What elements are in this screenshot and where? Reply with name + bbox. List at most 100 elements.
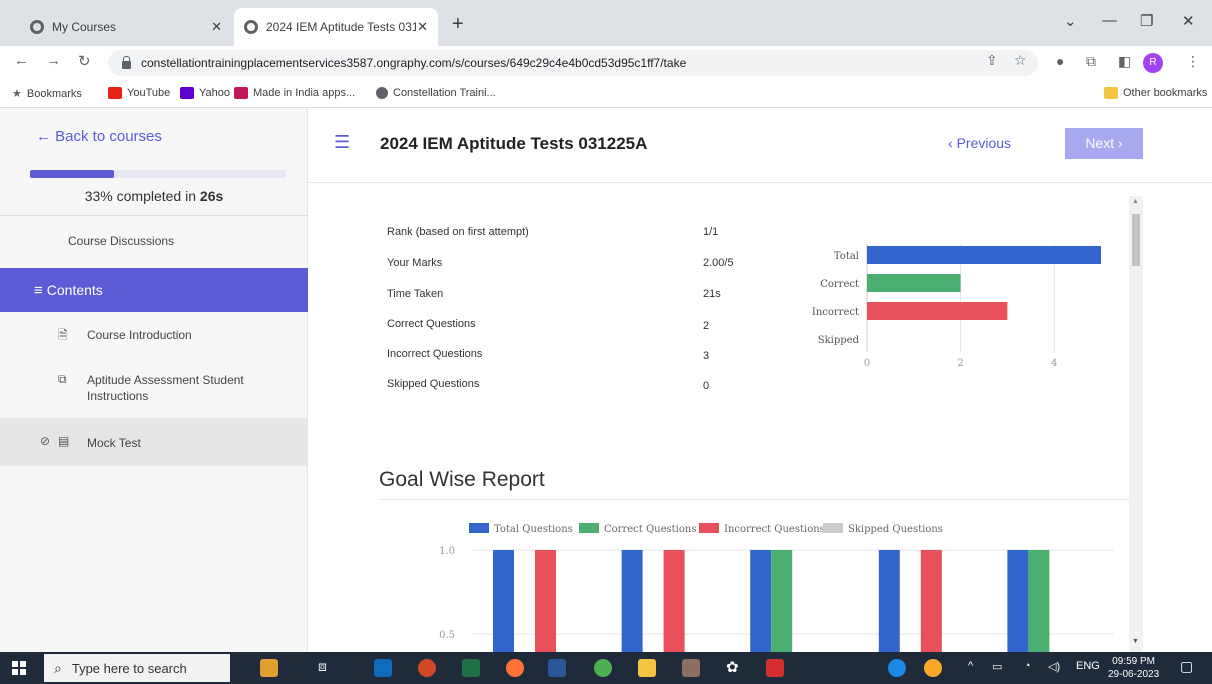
sidebar-item-label: Mock Test xyxy=(87,436,141,450)
powerpoint-icon[interactable] xyxy=(418,659,436,677)
bar-total xyxy=(867,246,1101,264)
acrobat-icon[interactable] xyxy=(766,659,784,677)
stat-label: Your Marks xyxy=(387,257,443,269)
test-icon: ▤ xyxy=(58,434,70,448)
more-menu-icon[interactable]: ⋮ xyxy=(1186,53,1200,70)
language-indicator[interactable]: ENG xyxy=(1076,660,1100,672)
page-title: 2024 IEM Aptitude Tests 031225A xyxy=(380,134,648,153)
back-arrow-icon[interactable]: ← xyxy=(14,52,29,69)
course-sidebar: ← Back to courses 33% completed in 26s C… xyxy=(0,108,308,652)
word-icon[interactable] xyxy=(548,659,566,677)
tab-search-icon[interactable]: ⌄ xyxy=(1064,12,1077,30)
bookmarks-bar: ★ Bookmarks YouTube Yahoo Made in India … xyxy=(0,80,1212,108)
forward-arrow-icon[interactable]: → xyxy=(46,52,61,69)
bar xyxy=(878,550,900,652)
sidebar-item-label: Course Introduction xyxy=(87,328,192,342)
firefox-icon[interactable] xyxy=(506,659,524,677)
contents-label: Contents xyxy=(46,282,103,298)
completed-prefix: 33% completed in xyxy=(84,188,200,204)
contents-header[interactable]: ≡ Contents xyxy=(0,268,308,312)
side-panel-icon[interactable]: ◧ xyxy=(1118,53,1131,70)
bookmark-youtube[interactable]: YouTube xyxy=(108,87,170,99)
share-icon[interactable]: ⇪ xyxy=(986,52,998,69)
scroll-down-icon[interactable]: ▼ xyxy=(1132,638,1139,645)
bookmark-constellation[interactable]: Constellation Traini... xyxy=(376,87,496,99)
scrollbar[interactable]: ▲ ▼ xyxy=(1129,196,1143,652)
bar xyxy=(663,550,685,652)
bar xyxy=(1007,550,1029,652)
bar xyxy=(750,550,772,652)
bar xyxy=(1028,550,1050,652)
bookmark-other[interactable]: Other bookmarks xyxy=(1104,87,1207,99)
previous-button[interactable]: ‹ Previous xyxy=(948,135,1011,151)
lock-icon xyxy=(122,55,131,69)
hamburger-menu-icon[interactable]: ☰ xyxy=(334,132,350,153)
close-icon[interactable]: ✕ xyxy=(211,19,222,35)
battery-icon[interactable]: ▭ xyxy=(992,660,1002,673)
excel-icon[interactable] xyxy=(462,659,480,677)
chrome-icon[interactable] xyxy=(594,659,612,677)
bookmark-label: Made in India apps... xyxy=(253,87,356,99)
minimize-icon[interactable]: — xyxy=(1102,12,1117,29)
outlook-icon[interactable] xyxy=(374,659,392,677)
legend-label: Total Questions xyxy=(494,524,573,535)
windows-start-icon[interactable] xyxy=(12,661,26,675)
main-content: ☰ 2024 IEM Aptitude Tests 031225A ‹ Prev… xyxy=(309,108,1212,652)
globe-icon xyxy=(376,87,388,99)
reload-icon[interactable]: ↻ xyxy=(78,52,91,70)
next-button[interactable]: Next › xyxy=(1065,128,1143,159)
scroll-thumb[interactable] xyxy=(1132,214,1140,266)
bookmark-yahoo[interactable]: Yahoo xyxy=(180,87,230,99)
scroll-up-icon[interactable]: ▲ xyxy=(1132,198,1139,205)
course-discussions-link[interactable]: Course Discussions xyxy=(68,234,174,248)
settings-icon[interactable]: ✿ xyxy=(726,658,739,676)
task-view-icon[interactable]: ⧈ xyxy=(318,658,327,675)
info-icon[interactable] xyxy=(888,659,906,677)
stat-value: 21s xyxy=(703,288,721,300)
new-tab-icon[interactable]: + xyxy=(452,14,464,34)
legend-swatch xyxy=(823,523,843,533)
bookmark-made-in-india[interactable]: Made in India apps... xyxy=(234,87,355,99)
app-icon[interactable] xyxy=(682,659,700,677)
stat-value: 2 xyxy=(703,320,710,332)
goal-wise-report-title: Goal Wise Report xyxy=(379,468,545,491)
stat-label: Correct Questions xyxy=(387,318,476,330)
volume-icon[interactable]: ◁) xyxy=(1048,660,1060,673)
wifi-icon[interactable]: ◔ xyxy=(1024,660,1031,672)
notification-icon[interactable]: ▢ xyxy=(1180,658,1193,675)
stat-label: Time Taken xyxy=(387,288,444,300)
bookmark-bookmarks[interactable]: ★ Bookmarks xyxy=(12,87,82,101)
address-bar[interactable]: constellationtrainingplacementservices35… xyxy=(108,50,1038,76)
bookmark-star-icon[interactable]: ☆ xyxy=(1014,52,1027,69)
profile-avatar[interactable]: R xyxy=(1143,53,1163,73)
stat-value: 3 xyxy=(703,350,710,362)
tab-my-courses[interactable]: My Courses ✕ xyxy=(20,8,232,46)
windows-taskbar: ⌕ Type here to search ⧈ ✿ ^ ▭ ◔ ◁) ENG 0… xyxy=(0,652,1212,684)
sidebar-item-instructions[interactable]: ⧉ Aptitude Assessment Student Instructio… xyxy=(0,372,308,408)
taskbar-search-input[interactable]: ⌕ Type here to search xyxy=(44,654,230,682)
sidebar-item-course-introduction[interactable]: 🗎 Course Introduction xyxy=(0,326,308,346)
file-explorer-icon[interactable] xyxy=(638,659,656,677)
clock-date: 29-06-2023 xyxy=(1108,669,1160,680)
check-circle-icon: ⊘ xyxy=(40,434,51,448)
sidebar-item-mock-test[interactable]: ⊘ ▤ Mock Test xyxy=(0,418,308,466)
section-divider xyxy=(379,499,1129,500)
summary-bar-chart: 0 2 4 Total Correct Incorrect Skipped xyxy=(812,244,1101,369)
coins-icon[interactable] xyxy=(924,659,942,677)
window-close-icon[interactable]: ✕ xyxy=(1182,12,1195,30)
chevron-up-icon[interactable]: ^ xyxy=(968,660,973,672)
search-placeholder: Type here to search xyxy=(71,660,187,676)
tab-aptitude-test[interactable]: 2024 IEM Aptitude Tests 03122 ✕ xyxy=(234,8,438,46)
progress-fill xyxy=(30,170,115,178)
toolbox-icon[interactable] xyxy=(260,659,278,677)
legend-swatch xyxy=(469,523,489,533)
restore-icon[interactable]: ❐ xyxy=(1140,12,1153,30)
clock[interactable]: 09:59 PM 29-06-2023 xyxy=(1108,655,1159,681)
stat-value: 2.00/5 xyxy=(703,257,734,269)
close-icon[interactable]: ✕ xyxy=(417,19,428,35)
goal-wise-bar-chart: Total Questions Correct Questions Incorrec… xyxy=(439,523,1114,652)
back-to-courses-link[interactable]: ← Back to courses xyxy=(36,128,162,145)
extension-icon[interactable]: ● xyxy=(1056,53,1064,69)
stat-label: Skipped Questions xyxy=(387,378,480,390)
puzzle-icon[interactable]: ⧉ xyxy=(1086,53,1096,70)
